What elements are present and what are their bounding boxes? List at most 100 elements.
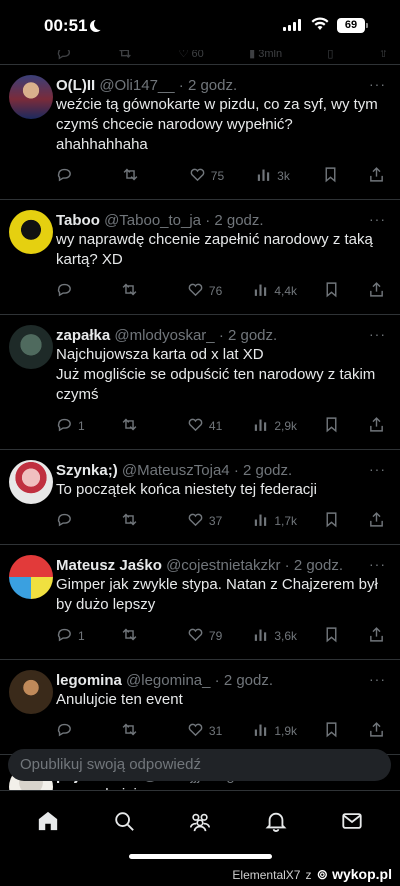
reply-tweet[interactable]: Mateusz Jaśko @cojestnietakzkr · 2 godz.… [0, 544, 400, 650]
bookmark-button[interactable] [323, 626, 343, 646]
views-icon [252, 511, 269, 531]
reply-button[interactable] [56, 721, 96, 741]
author-handle[interactable]: @Taboo_to_ja [104, 212, 201, 229]
like-button[interactable]: 75 [189, 166, 229, 186]
share-button[interactable] [368, 416, 388, 436]
views-button[interactable]: 1,9k [252, 721, 297, 741]
more-options-icon[interactable]: ··· [369, 556, 386, 572]
battery-icon: 69 [337, 18, 368, 33]
views-icon [252, 281, 269, 301]
reply-button[interactable]: 1 [56, 626, 96, 646]
reply-count: 1 [78, 419, 85, 433]
nav-communities[interactable] [180, 801, 220, 841]
reply-icon [56, 416, 73, 436]
heart-icon [187, 626, 204, 646]
avatar[interactable] [9, 325, 53, 369]
avatar[interactable] [9, 555, 53, 599]
avatar[interactable] [9, 670, 53, 714]
author-name[interactable]: Taboo [56, 212, 100, 229]
nav-search[interactable] [104, 801, 144, 841]
reply-tweet[interactable]: zapałka @mlodyoskar_ · 2 godz. ··· Najch… [0, 314, 400, 440]
tweet-header: Szynka;) @MateuszToja4 · 2 godz. [56, 450, 388, 480]
like-button[interactable]: 76 [187, 281, 227, 301]
author-handle[interactable]: @Oli147__ [99, 77, 174, 94]
notifications-icon [265, 812, 287, 832]
avatar[interactable] [9, 75, 53, 119]
reply-button[interactable]: 1 [56, 416, 96, 436]
share-icon [368, 511, 385, 531]
reply-composer-input[interactable]: Opublikuj swoją odpowiedź [8, 749, 391, 781]
repost-button[interactable] [121, 281, 161, 301]
more-options-icon[interactable]: ··· [369, 211, 386, 227]
share-button[interactable] [368, 511, 388, 531]
tweet-actions: 37 1,7k [56, 507, 388, 535]
like-button[interactable]: 31 [187, 721, 227, 741]
tweet-actions: 1 41 2,9k [56, 412, 388, 440]
author-name[interactable]: Mateusz Jaśko [56, 557, 162, 574]
views-icon [252, 416, 269, 436]
like-button[interactable]: 41 [187, 416, 227, 436]
reply-tweet[interactable]: Taboo @Taboo_to_ja · 2 godz. ··· wy napr… [0, 199, 400, 305]
tweet-text: Gimper jak zwykle stypa. Natan z Chajzer… [56, 576, 378, 613]
author-handle[interactable]: @mlodyoskar_ [114, 327, 214, 344]
watermark: ElementalX7 z ⊚ wykop.pl [232, 866, 392, 882]
view-count: 1,7k [274, 514, 298, 528]
heart-icon [187, 721, 204, 741]
views-button[interactable]: 2,9k [252, 416, 297, 436]
views-button[interactable]: 1,7k [252, 511, 297, 531]
tweet-actions: 76 4,4k [56, 277, 388, 305]
views-button[interactable]: 3,6k [252, 626, 297, 646]
reply-button[interactable] [56, 281, 96, 301]
tweet-time: · 2 godz. [205, 212, 264, 229]
share-icon [368, 721, 385, 741]
share-button[interactable] [368, 721, 388, 741]
reply-tweet[interactable]: legomina @legomina_ · 2 godz. ··· Anuluj… [0, 659, 400, 745]
reply-button[interactable] [56, 166, 96, 186]
repost-icon [121, 626, 138, 646]
bookmark-button[interactable] [322, 166, 342, 186]
bookmark-button[interactable] [323, 721, 343, 741]
reply-tweet[interactable]: O(L)II @Oli147__ · 2 godz. ··· weźcie tą… [0, 64, 400, 190]
author-name[interactable]: zapałka [56, 327, 110, 344]
more-options-icon[interactable]: ··· [369, 461, 386, 477]
tweet-actions: 75 3k [56, 162, 388, 190]
repost-button[interactable] [121, 511, 161, 531]
views-button[interactable]: 3k [255, 166, 295, 186]
nav-notifications[interactable] [256, 801, 296, 841]
nav-home[interactable] [28, 801, 68, 841]
repost-button[interactable] [121, 626, 161, 646]
author-name[interactable]: legomina [56, 672, 122, 689]
bookmark-icon [323, 626, 340, 646]
views-button[interactable]: 4,4k [252, 281, 297, 301]
tweet-time: · 2 godz. [214, 672, 274, 689]
more-options-icon[interactable]: ··· [369, 76, 386, 92]
bookmark-button[interactable] [323, 416, 343, 436]
author-handle[interactable]: @MateuszToja4 [122, 462, 230, 479]
reply-button[interactable] [56, 511, 96, 531]
bookmark-button[interactable] [323, 511, 343, 531]
more-options-icon[interactable]: ··· [369, 671, 386, 687]
like-button[interactable]: 79 [187, 626, 227, 646]
tweet-time: · 2 godz. [233, 462, 293, 479]
avatar[interactable] [9, 460, 53, 504]
nav-messages[interactable] [332, 801, 372, 841]
reply-tweet[interactable]: Szynka;) @MateuszToja4 · 2 godz. ··· To … [0, 449, 400, 535]
author-name[interactable]: O(L)II [56, 77, 95, 94]
avatar[interactable] [9, 210, 53, 254]
author-handle[interactable]: @cojestnietakzkr [166, 557, 280, 574]
share-button[interactable] [368, 626, 388, 646]
heart-icon [187, 281, 204, 301]
repost-button[interactable] [121, 721, 161, 741]
heart-icon [189, 166, 206, 186]
author-name[interactable]: Szynka;) [56, 462, 118, 479]
like-button[interactable]: 37 [187, 511, 227, 531]
more-options-icon[interactable]: ··· [369, 326, 386, 342]
share-icon [368, 626, 385, 646]
repost-button[interactable] [121, 416, 161, 436]
tweet-time: · 2 godz. [218, 327, 278, 344]
repost-button[interactable] [122, 166, 162, 186]
bookmark-button[interactable] [323, 281, 343, 301]
share-button[interactable] [368, 281, 388, 301]
author-handle[interactable]: @legomina_ [126, 672, 210, 689]
share-button[interactable] [368, 166, 388, 186]
